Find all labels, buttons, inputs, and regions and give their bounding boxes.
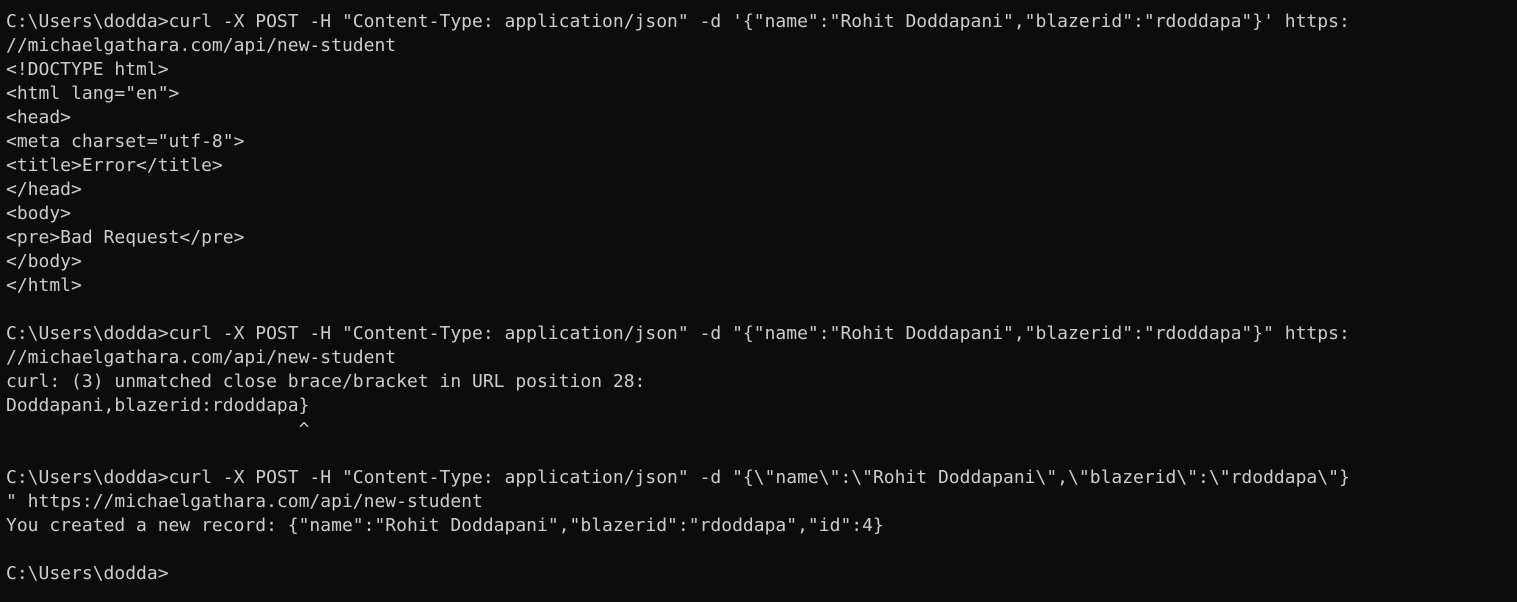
terminal-line: <pre>Bad Request</pre>	[6, 227, 245, 248]
terminal-line: C:\Users\dodda>curl -X POST -H "Content-…	[6, 323, 1350, 344]
terminal-window[interactable]: C:\Users\dodda>curl -X POST -H "Content-…	[0, 0, 1517, 602]
terminal-line: curl: (3) unmatched close brace/bracket …	[6, 371, 646, 392]
terminal-line: ^	[6, 419, 310, 440]
terminal-line: <html lang="en">	[6, 83, 180, 104]
terminal-line: </body>	[6, 251, 82, 272]
terminal-line: //michaelgathara.com/api/new-student	[6, 35, 397, 56]
terminal-line: C:\Users\dodda>curl -X POST -H "Content-…	[6, 11, 1350, 32]
terminal-line: </html>	[6, 275, 82, 296]
terminal-line: <head>	[6, 107, 72, 128]
terminal-line: //michaelgathara.com/api/new-student	[6, 347, 397, 368]
terminal-line: <meta charset="utf-8">	[6, 131, 245, 152]
terminal-line: <!DOCTYPE html>	[6, 59, 169, 80]
terminal-line: Doddapani,blazerid:rdoddapa}	[6, 395, 310, 416]
terminal-line: <title>Error</title>	[6, 155, 223, 176]
terminal-line: C:\Users\dodda>curl -X POST -H "Content-…	[6, 467, 1350, 488]
terminal-prompt[interactable]: C:\Users\dodda>	[6, 562, 1517, 586]
terminal-line: <body>	[6, 203, 72, 224]
terminal-line: </head>	[6, 179, 82, 200]
terminal-line: " https://michaelgathara.com/api/new-stu…	[6, 491, 483, 512]
terminal-line: You created a new record: {"name":"Rohit…	[6, 515, 884, 536]
